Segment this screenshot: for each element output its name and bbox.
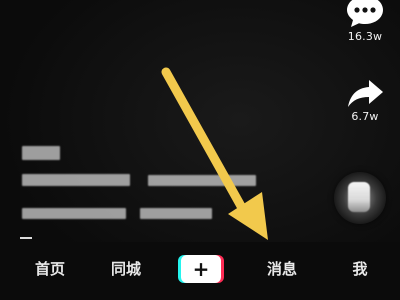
tab-messages[interactable]: 消息 <box>260 254 304 284</box>
tab-me[interactable]: 我 <box>344 254 376 284</box>
tab-city[interactable]: 同城 <box>104 254 148 284</box>
create-post-button[interactable]: + <box>181 255 221 283</box>
plus-icon: + <box>192 256 210 281</box>
video-feed-screen[interactable]: 16.3w 6.7w 首页 同城 消息 我 + <box>0 0 400 300</box>
tab-home[interactable]: 首页 <box>28 254 72 284</box>
